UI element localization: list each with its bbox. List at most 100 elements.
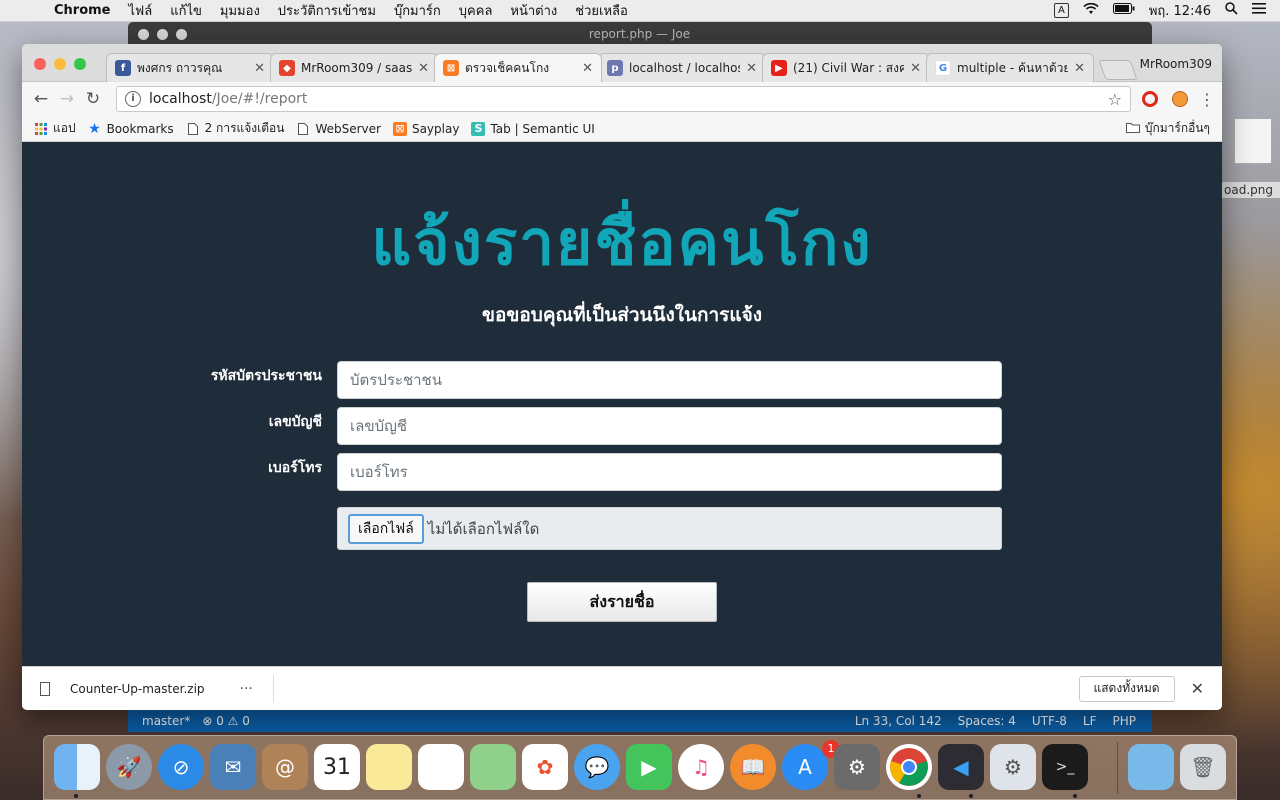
submit-button[interactable]: ส่งรายชื่อ xyxy=(527,582,717,622)
bookmark-bookmarks[interactable]: ★ Bookmarks xyxy=(88,121,174,137)
photos-icon[interactable]: ✿ xyxy=(522,744,568,790)
terminal-icon[interactable]: >_ xyxy=(1042,744,1088,790)
itunes-icon[interactable]: ♫ xyxy=(678,744,724,790)
bookmark-label: 2 การแจ้งเตือน xyxy=(204,121,285,135)
facetime-icon[interactable]: ▶ xyxy=(626,744,672,790)
menu-window[interactable]: หน้าต่าง xyxy=(510,0,557,21)
reload-icon[interactable]: ↻ xyxy=(80,89,106,109)
menu-view[interactable]: มุมมอง xyxy=(220,0,260,21)
ibooks-icon[interactable]: 📖 xyxy=(730,744,776,790)
maps-icon[interactable] xyxy=(470,744,516,790)
battery-icon[interactable] xyxy=(1112,3,1135,18)
wifi-icon[interactable] xyxy=(1083,2,1099,19)
line-ending[interactable]: LF xyxy=(1083,714,1097,728)
tab-close-icon[interactable]: ✕ xyxy=(910,61,921,76)
encoding[interactable]: UTF-8 xyxy=(1032,714,1067,728)
close-download-bar-icon[interactable]: ✕ xyxy=(1191,679,1204,698)
finder-icon[interactable] xyxy=(54,744,100,790)
menu-file[interactable]: ไฟล์ xyxy=(129,0,153,21)
address-bar[interactable]: i localhost/Joe/#!/report ☆ xyxy=(116,86,1131,112)
forward-arrow-icon[interactable]: → xyxy=(54,89,80,109)
bookmark-notifications[interactable]: 2 การแจ้งเตือน xyxy=(186,119,285,138)
account-number-input[interactable] xyxy=(337,407,1002,445)
contacts-icon[interactable]: @ xyxy=(262,744,308,790)
bookmark-webserver[interactable]: WebServer xyxy=(296,122,381,136)
reminders-icon[interactable] xyxy=(418,744,464,790)
trash-icon[interactable]: 🗑 xyxy=(1180,744,1226,790)
back-arrow-icon[interactable]: ← xyxy=(28,89,54,109)
system-preferences-icon[interactable]: ⚙ xyxy=(834,744,880,790)
tab-facebook[interactable]: f พงศกร ถาวรคุณ ✕ xyxy=(106,53,274,82)
chrome-menu-icon[interactable]: ⋮ xyxy=(1199,90,1215,109)
divider xyxy=(272,674,274,703)
tab-label: พงศกร ถาวรคุณ xyxy=(137,60,223,75)
bookmark-apps[interactable]: แอป xyxy=(34,119,76,138)
notes-icon[interactable] xyxy=(366,744,412,790)
editor-traffic-lights[interactable] xyxy=(138,28,187,40)
tab-label: multiple - ค้นหาด้วย xyxy=(957,60,1069,75)
bookmark-label: Bookmarks xyxy=(106,121,174,136)
tab-close-icon[interactable]: ✕ xyxy=(582,61,593,76)
id-card-input[interactable] xyxy=(337,361,1002,399)
other-bookmarks[interactable]: บุ๊กมาร์กอื่นๆ xyxy=(1125,119,1210,138)
language-mode[interactable]: PHP xyxy=(1113,714,1137,728)
zoom-window-button[interactable] xyxy=(74,58,86,70)
bookmark-sayplay[interactable]: ⊠ Sayplay xyxy=(392,121,459,136)
git-branch[interactable]: master* xyxy=(142,714,190,728)
indentation[interactable]: Spaces: 4 xyxy=(958,714,1016,728)
extension-icon[interactable] xyxy=(1169,88,1191,110)
menu-help[interactable]: ช่วยเหลือ xyxy=(575,0,628,21)
url-host: localhost xyxy=(149,91,212,107)
bookmark-semantic-ui[interactable]: S Tab | Semantic UI xyxy=(471,121,595,136)
tab-label: MrRoom309 / saas xyxy=(301,61,413,75)
safari-icon[interactable]: ⊘ xyxy=(158,744,204,790)
tab-youtube[interactable]: ▶ (21) Civil War : สงคร ✕ xyxy=(762,53,930,82)
download-more-icon[interactable]: ··· xyxy=(240,681,253,697)
desktop-file[interactable]: oad.png xyxy=(1222,118,1280,198)
apps-grid-icon xyxy=(34,122,48,136)
problems-count[interactable]: ⊗ 0 ⚠ 0 xyxy=(202,714,250,728)
tab-gitlab[interactable]: ◆ MrRoom309 / saas ✕ xyxy=(270,53,438,82)
close-window-button[interactable] xyxy=(34,58,46,70)
page-title: แจ้งรายชื่อคนโกง xyxy=(371,206,873,279)
menu-clock[interactable]: พฤ. 12:46 xyxy=(1149,0,1211,21)
launchpad-icon[interactable]: 🚀 xyxy=(106,744,152,790)
downloads-folder-icon[interactable] xyxy=(1128,744,1174,790)
mail-icon[interactable]: ✉ xyxy=(210,744,256,790)
minimize-window-button[interactable] xyxy=(54,58,66,70)
tab-google[interactable]: G multiple - ค้นหาด้วย ✕ xyxy=(926,53,1094,82)
menu-app-name[interactable]: Chrome xyxy=(54,3,111,18)
input-source-indicator[interactable]: A xyxy=(1053,3,1069,18)
choose-file-button[interactable]: เลือกไฟล์ xyxy=(348,513,424,544)
menu-edit[interactable]: แก้ไข xyxy=(170,0,202,21)
calendar-icon[interactable]: 31 xyxy=(314,744,360,790)
phone-input[interactable] xyxy=(337,453,1002,491)
url-path: /Joe/#!/report xyxy=(211,91,308,107)
tab-close-icon[interactable]: ✕ xyxy=(254,61,265,76)
opera-extension-icon[interactable] xyxy=(1139,88,1161,110)
bookmarks-bar: แอป ★ Bookmarks 2 การแจ้งเตือน WebServer… xyxy=(22,116,1222,142)
menu-people[interactable]: บุคคล xyxy=(459,0,493,21)
vscode-icon[interactable]: ◀ xyxy=(938,744,984,790)
tab-active-report[interactable]: ⊠ ตรวจเช็คคนโกง ✕ xyxy=(434,53,602,82)
app-store-icon[interactable]: A xyxy=(782,744,828,790)
spotlight-search-icon[interactable] xyxy=(1225,2,1238,19)
cursor-position[interactable]: Ln 33, Col 142 xyxy=(855,714,942,728)
download-item[interactable]: Counter-Up-master.zip xyxy=(40,681,205,696)
tab-close-icon[interactable]: ✕ xyxy=(746,61,757,76)
tab-phpmyadmin[interactable]: p localhost / localhos ✕ xyxy=(598,53,766,82)
info-icon[interactable]: i xyxy=(125,91,141,107)
show-all-downloads-button[interactable]: แสดงทั้งหมด xyxy=(1078,675,1175,702)
menu-bookmarks[interactable]: บุ๊กมาร์ก xyxy=(394,0,441,21)
editor-window-title: report.php — Joe xyxy=(588,27,691,41)
profile-name[interactable]: MrRoom309 xyxy=(1140,57,1212,71)
new-tab-button[interactable] xyxy=(1098,60,1138,80)
menu-history[interactable]: ประวัติการเข้าชม xyxy=(278,0,376,21)
messages-icon[interactable]: 💬 xyxy=(574,744,620,790)
tab-close-icon[interactable]: ✕ xyxy=(1074,61,1085,76)
tab-close-icon[interactable]: ✕ xyxy=(418,61,429,76)
preferences-gear-icon[interactable]: ⚙ xyxy=(990,744,1036,790)
bookmark-star-icon[interactable]: ☆ xyxy=(1108,90,1122,109)
chrome-icon[interactable] xyxy=(886,744,932,790)
notification-center-icon[interactable] xyxy=(1252,3,1266,18)
